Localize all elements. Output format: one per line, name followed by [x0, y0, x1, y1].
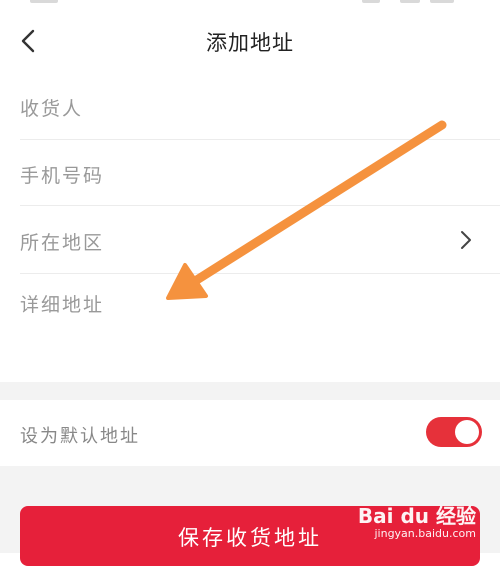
navigation-bar: 添加地址 [0, 10, 500, 72]
section-gap [0, 382, 500, 400]
default-address-label: 设为默认地址 [20, 426, 140, 447]
chevron-right-icon [461, 231, 471, 249]
status-bar-fragment [30, 0, 58, 3]
status-bar-fragment [362, 0, 380, 3]
detail-address-label: 详细地址 [20, 294, 105, 316]
watermark-brand: Bai du 经验 [357, 504, 476, 528]
phone-label: 手机号码 [20, 165, 105, 187]
baidu-jingyan-watermark: Bai du 经验 jingyan.baidu.com [358, 500, 476, 540]
default-address-row: 设为默认地址 [0, 400, 500, 466]
status-bar [0, 0, 500, 10]
region-label: 所在地区 [20, 232, 105, 254]
recipient-field[interactable]: 收货人 [20, 72, 500, 140]
region-field[interactable]: 所在地区 [20, 206, 500, 274]
detail-address-field[interactable]: 详细地址 [20, 274, 480, 382]
watermark-domain: jingyan.baidu.com [374, 527, 476, 540]
status-bar-fragment [400, 0, 420, 3]
page-title: 添加地址 [206, 31, 294, 55]
toggle-knob [455, 420, 479, 444]
recipient-label: 收货人 [20, 98, 84, 120]
phone-field[interactable]: 手机号码 [20, 140, 500, 206]
default-address-toggle[interactable] [426, 417, 482, 447]
status-bar-fragment [430, 0, 454, 3]
